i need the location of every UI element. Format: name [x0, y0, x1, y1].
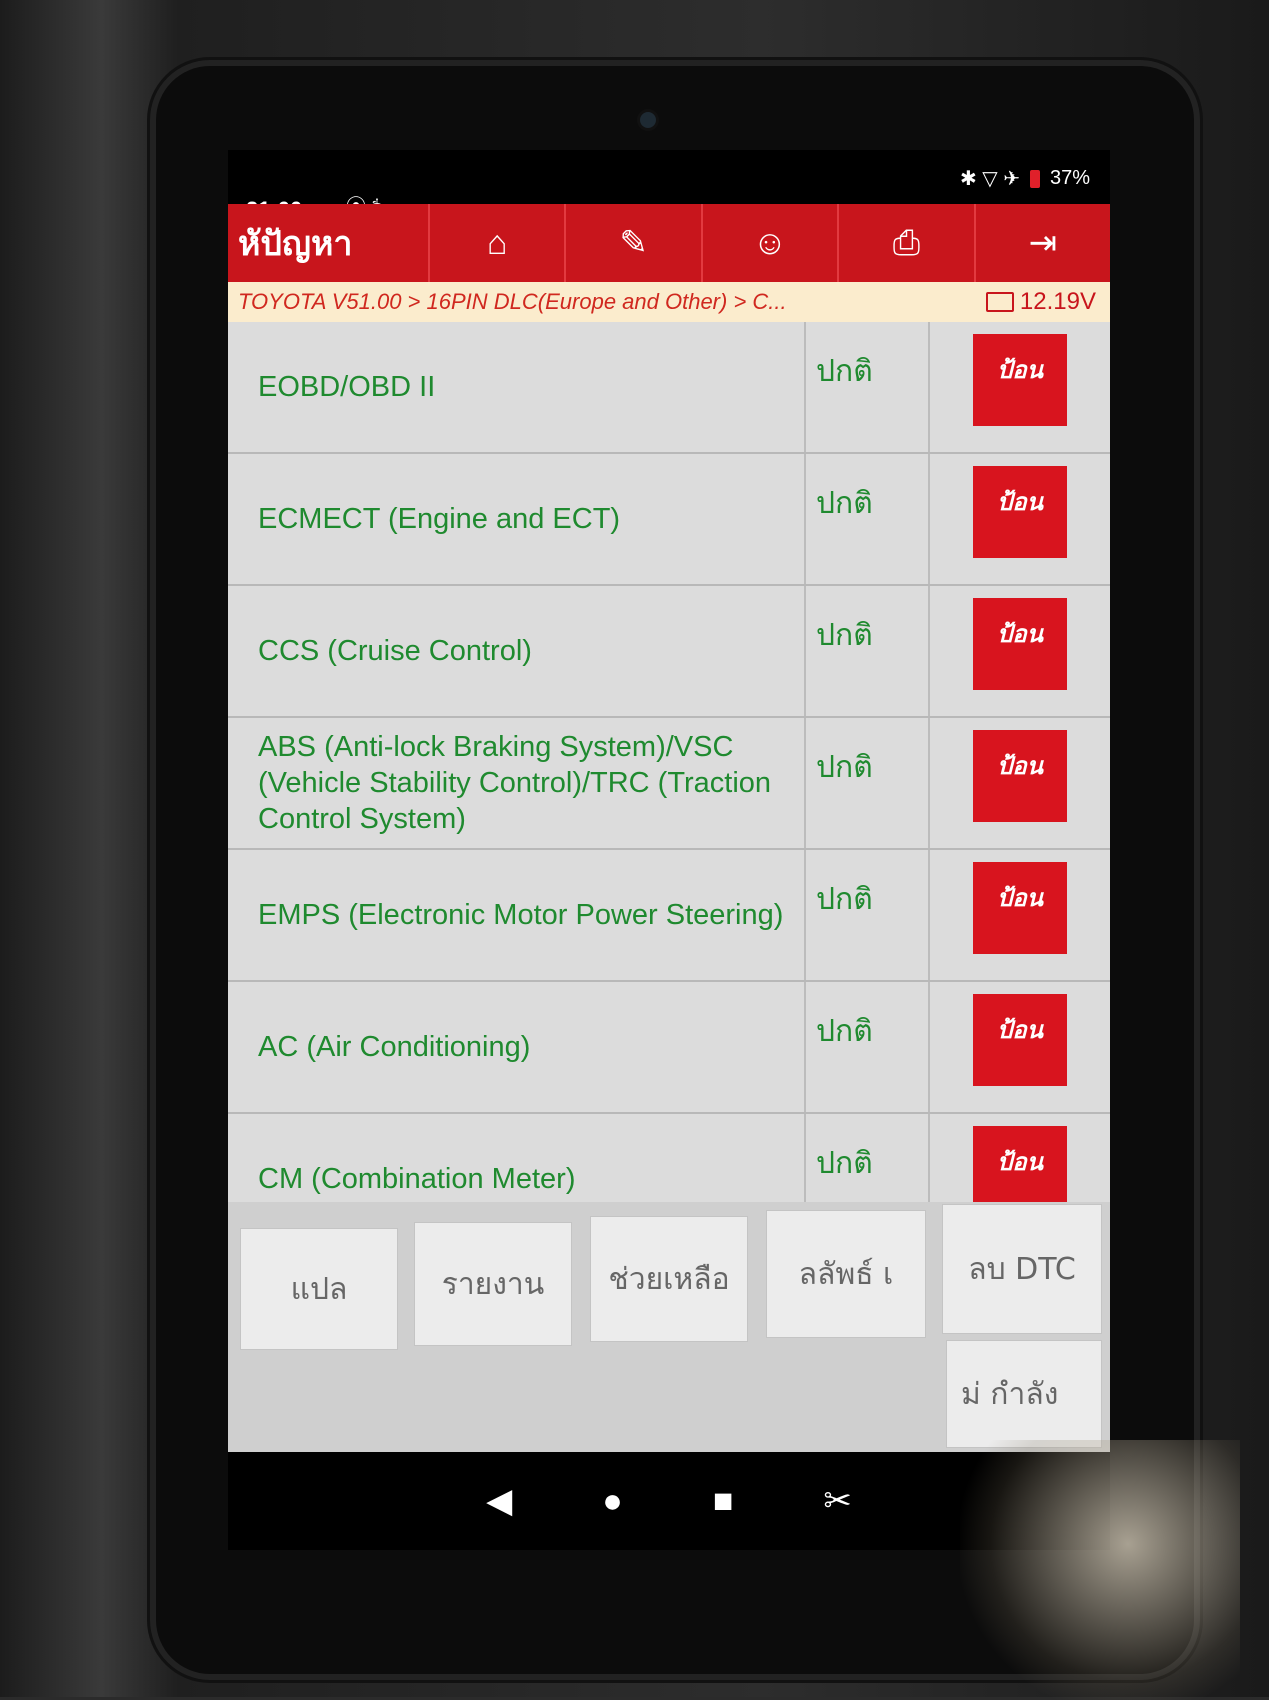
system-name: CCS (Cruise Control)	[228, 586, 806, 716]
system-status: ปกติ	[806, 982, 930, 1112]
list-item: ECMECT (Engine and ECT) ปกติ ป้อน	[228, 454, 1110, 586]
car-battery-icon	[985, 292, 1014, 312]
enter-button[interactable]: ป้อน	[973, 1126, 1067, 1202]
system-name: EOBD/OBD II	[228, 322, 806, 452]
system-list: EOBD/OBD II ปกติ ป้อน ECMECT (Engine and…	[228, 322, 1110, 1202]
enter-button[interactable]: ป้อน	[973, 730, 1067, 822]
list-item: CCS (Cruise Control) ปกติ ป้อน	[228, 586, 1110, 718]
edit-icon: ✎	[619, 224, 648, 262]
more-button[interactable]: ม่ กำลัง	[946, 1340, 1102, 1448]
home-nav-icon[interactable]: ●	[602, 1482, 623, 1521]
battery-voltage: 12.19V	[985, 288, 1110, 316]
enter-button[interactable]: ป้อน	[973, 334, 1067, 426]
list-item: ABS (Anti-lock Braking System)/VSC (Vehi…	[228, 718, 1110, 850]
print-icon: ⎙	[892, 223, 921, 262]
exit-button[interactable]: ⇥	[973, 204, 1110, 282]
back-icon[interactable]: ◀	[486, 1481, 512, 1521]
voltage-value: 12.19V	[1019, 288, 1096, 315]
photo-glare	[960, 1440, 1240, 1700]
system-name: ABS (Anti-lock Braking System)/VSC (Vehi…	[228, 718, 806, 848]
page-title: หัปัญหา	[238, 224, 353, 264]
results-button[interactable]: ลลัพธ์ เ	[766, 1210, 926, 1338]
home-icon: ⌂	[486, 223, 508, 262]
screenshot-icon[interactable]: ✂	[823, 1481, 852, 1521]
system-status-icons: ✱ ▽ ✈ 37%	[960, 166, 1090, 191]
system-name: ECMECT (Engine and ECT)	[228, 454, 806, 584]
translate-button[interactable]: แปล	[240, 1228, 398, 1350]
enter-button[interactable]: ป้อน	[973, 598, 1067, 690]
system-status: ปกติ	[806, 850, 930, 980]
system-name: AC (Air Conditioning)	[228, 982, 806, 1112]
list-item: AC (Air Conditioning) ปกติ ป้อน	[228, 982, 1110, 1114]
system-status: ปกติ	[806, 1114, 930, 1202]
system-name: CM (Combination Meter)	[228, 1114, 806, 1202]
system-name: EMPS (Electronic Motor Power Steering)	[228, 850, 806, 980]
print-button[interactable]: ⎙	[837, 204, 973, 282]
system-status: ปกติ	[806, 718, 930, 848]
report-button[interactable]: รายงาน	[414, 1222, 572, 1346]
system-status: ปกติ	[806, 322, 930, 452]
edit-button[interactable]: ✎	[564, 204, 700, 282]
support-button[interactable]: ☺	[700, 204, 837, 282]
exit-icon: ⇥	[1028, 224, 1058, 262]
enter-button[interactable]: ป้อน	[973, 466, 1067, 558]
front-camera	[640, 112, 656, 128]
recent-apps-icon[interactable]: ■	[713, 1482, 734, 1521]
list-item: EOBD/OBD II ปกติ ป้อน	[228, 322, 1110, 454]
info-bar: TOYOTA V51.00 > 16PIN DLC(Europe and Oth…	[228, 282, 1110, 322]
list-item: CM (Combination Meter) ปกติ ป้อน	[228, 1114, 1110, 1202]
list-item: EMPS (Electronic Motor Power Steering) ป…	[228, 850, 1110, 982]
app-header: หัปัญหา ⌂ ✎ ☺ ⎙ ⇥	[228, 204, 1110, 282]
enter-button[interactable]: ป้อน	[973, 994, 1067, 1086]
battery-icon	[1029, 169, 1040, 188]
system-status: ปกติ	[806, 454, 930, 584]
clear-dtc-button[interactable]: ลบ DTC	[942, 1204, 1102, 1334]
connectivity-icons: ✱ ▽ ✈	[959, 168, 1020, 190]
enter-button[interactable]: ป้อน	[973, 862, 1067, 954]
scan-tool-device: 21:00 น. ⦿ ⚕ ✱ ▽ ✈ 37% หัปัญหา ⌂ ✎ ☺ ⎙	[0, 0, 1269, 1700]
system-status: ปกติ	[806, 586, 930, 716]
breadcrumb: TOYOTA V51.00 > 16PIN DLC(Europe and Oth…	[238, 289, 787, 314]
help-button[interactable]: ช่วยเหลือ	[590, 1216, 748, 1342]
battery-percent: 37%	[1049, 167, 1090, 189]
function-bar: แปล รายงาน ช่วยเหลือ ลลัพธ์ เ ลบ DTC ม่ …	[228, 1202, 1110, 1452]
device-screen: 21:00 น. ⦿ ⚕ ✱ ▽ ✈ 37% หัปัญหา ⌂ ✎ ☺ ⎙	[228, 150, 1110, 1550]
home-button[interactable]: ⌂	[428, 204, 564, 282]
support-agent-icon: ☺	[752, 223, 788, 262]
